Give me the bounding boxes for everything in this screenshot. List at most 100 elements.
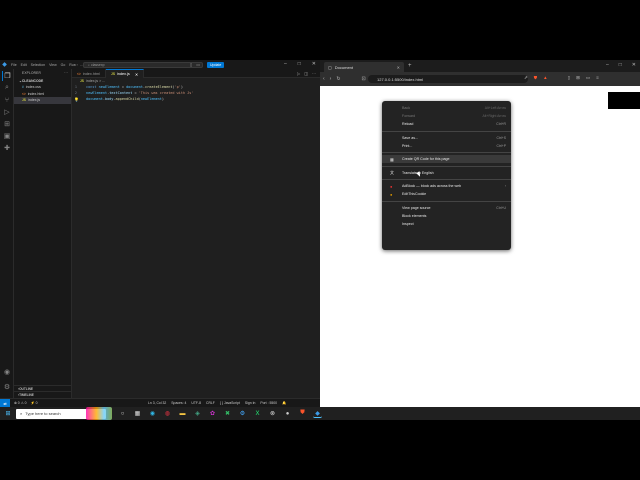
browser-tab[interactable]: ▢ Document ✕ [324, 62, 404, 72]
update-button[interactable]: Update [207, 61, 225, 68]
layout-panel-icon[interactable]: ▭ [196, 62, 200, 67]
source-control-icon[interactable]: ⑂ [2, 95, 12, 105]
menu-item[interactable]: Selection [31, 63, 45, 67]
maximize-icon[interactable]: □ [298, 61, 301, 67]
code-token: newElement [98, 85, 120, 89]
line-number: 2 [74, 91, 77, 95]
nav-arrows-icon[interactable]: ‹ › [74, 62, 78, 67]
vscode-icon[interactable]: ◆ [313, 409, 322, 418]
split-editor-icon[interactable]: ◫ [304, 71, 308, 76]
context-menu-item[interactable]: Print... Ctrl+P [382, 142, 511, 150]
address-bar[interactable]: 127.0.0.1:5500/index.html [368, 75, 528, 83]
menu-item-label: Back [402, 106, 410, 110]
context-menu-item[interactable]: Inspect [382, 220, 511, 228]
wallet-icon[interactable]: ▭ [586, 75, 590, 81]
excel-icon[interactable]: X [253, 409, 262, 418]
maximize-icon[interactable]: □ [619, 62, 622, 68]
menu-item[interactable]: Edit [21, 63, 27, 67]
search-icon[interactable]: ⌕ [2, 83, 12, 93]
tab-close-icon[interactable]: ✕ [397, 65, 400, 70]
ports-status[interactable]: ⚡ 0 [30, 401, 37, 405]
run-icon[interactable]: ▷ [297, 71, 300, 76]
task-view-icon[interactable]: ○ [118, 409, 127, 418]
reload-icon[interactable]: ↻ [336, 76, 340, 82]
extensions-icon[interactable]: ⊞ [576, 75, 580, 81]
browser-extensions: ⇗ ⛊ ▲ ▯ ⊞ ▭ ≡ [524, 75, 599, 81]
menu-separator [382, 200, 511, 201]
menu-item[interactable]: Go [61, 63, 66, 67]
context-menu-item[interactable]: ● EditThisCookie [382, 190, 511, 198]
minimize-icon[interactable]: – [606, 62, 609, 68]
editor-tab[interactable]: <> index.html [72, 69, 107, 78]
layout-sidebar-icon[interactable]: ▯ [190, 62, 192, 67]
workspace-folder[interactable]: ⌄ CLEANCODE [14, 77, 71, 84]
edge-icon[interactable]: ◉ [148, 409, 157, 418]
file-explorer-icon[interactable]: ▬ [178, 409, 187, 418]
new-tab-icon[interactable]: + [408, 63, 412, 69]
more-actions-icon[interactable]: ··· [312, 71, 316, 76]
sign-in[interactable]: Sign In [245, 401, 256, 405]
context-menu-item[interactable]: Save as... Ctrl+S [382, 134, 511, 142]
live-server-port[interactable]: Port : 5500 [260, 401, 277, 405]
explorer-header: EXPLORER ··· [14, 69, 71, 77]
settings-icon[interactable]: ⚙ [238, 409, 247, 418]
menu-icon[interactable]: ≡ [596, 75, 599, 81]
explorer-icon[interactable]: ❐ [2, 71, 12, 81]
code-token: newElement [140, 97, 162, 101]
brave-shield-icon[interactable]: ⛊ [534, 75, 537, 81]
xbox-icon[interactable]: ✖ [223, 409, 232, 418]
context-menu-item[interactable]: View page source Ctrl+U [382, 204, 511, 212]
context-menu-item[interactable]: Reload Ctrl+R [382, 120, 511, 128]
context-menu-item[interactable]: 文 Translate to English [382, 169, 511, 177]
forward-icon[interactable]: › [330, 76, 332, 82]
menu-item[interactable]: View [49, 63, 57, 67]
photos-icon[interactable]: ✿ [208, 409, 217, 418]
back-icon[interactable]: ‹ [323, 76, 325, 82]
code-token: 'This was created with Js' [138, 91, 194, 95]
timeline-section[interactable]: › TIMELINE [14, 391, 72, 397]
bookmark-icon[interactable]: ⊡ [362, 76, 366, 82]
more-icon[interactable]: ··· [64, 71, 68, 75]
command-search-input[interactable]: ⌕ classexp [83, 61, 203, 68]
bell-icon[interactable]: 🔔 [282, 401, 286, 405]
line-ending[interactable]: CRLF [206, 401, 215, 405]
share-icon[interactable]: ⇗ [524, 75, 528, 81]
context-menu-item[interactable]: ● AdBlock — block ads across the web › [382, 182, 511, 190]
code-token: appendChild [115, 97, 139, 101]
store-icon[interactable]: ◈ [193, 409, 202, 418]
gear-icon[interactable]: ⚙ [2, 382, 12, 392]
language-mode[interactable]: { } JavaScript [220, 401, 240, 405]
editor-tab[interactable]: JS index.js ✕ [106, 69, 145, 78]
context-menu-item[interactable]: Block elements [382, 212, 511, 220]
sidebar-icon[interactable]: ▯ [568, 75, 570, 81]
menu-item-label: EditThisCookie [402, 192, 427, 196]
file-item[interactable]: JS index.js [14, 97, 71, 104]
indentation[interactable]: Spaces: 4 [171, 401, 186, 405]
minimize-icon[interactable]: – [284, 61, 287, 67]
cursor-position[interactable]: Ln 3, Col 32 [148, 401, 166, 405]
xbox-app-icon[interactable]: ⊗ [268, 409, 277, 418]
close-icon[interactable]: ✕ [312, 61, 316, 67]
account-icon[interactable]: ◉ [2, 367, 12, 377]
puzzle-icon[interactable]: ✚ [2, 143, 12, 153]
layout-icons[interactable]: ▯ ▭ [190, 62, 200, 67]
menu-item[interactable]: File [11, 63, 17, 67]
brave-rewards-icon[interactable]: ▲ [543, 75, 547, 81]
remote-explorer-icon[interactable]: ▣ [2, 131, 12, 141]
widgets-icon[interactable]: ▦ [133, 409, 142, 418]
chrome-icon[interactable]: ◍ [163, 409, 172, 418]
problems-status[interactable]: ⊗ 0 ⚠ 0 [14, 401, 26, 405]
extensions-icon[interactable]: ⊞ [2, 119, 12, 129]
lightbulb-icon[interactable]: 💡 [74, 97, 79, 102]
brave-icon[interactable]: ⛊ [298, 409, 307, 418]
close-icon[interactable]: ✕ [632, 62, 636, 68]
run-debug-icon[interactable]: ▷ [2, 107, 12, 117]
folder-name: CLEANCODE [21, 78, 44, 83]
tab-close-icon[interactable]: ✕ [135, 72, 138, 77]
code-line-3[interactable]: 💡 3 document. body. appendChild(newElement… [72, 96, 320, 102]
encoding[interactable]: UTF-8 [191, 401, 201, 405]
menu-separator [382, 130, 511, 131]
context-menu-item[interactable]: ▦ Create QR Code for this page [382, 155, 511, 163]
windows-start-icon[interactable]: ⊞ [0, 410, 16, 417]
github-icon[interactable]: ● [283, 409, 292, 418]
